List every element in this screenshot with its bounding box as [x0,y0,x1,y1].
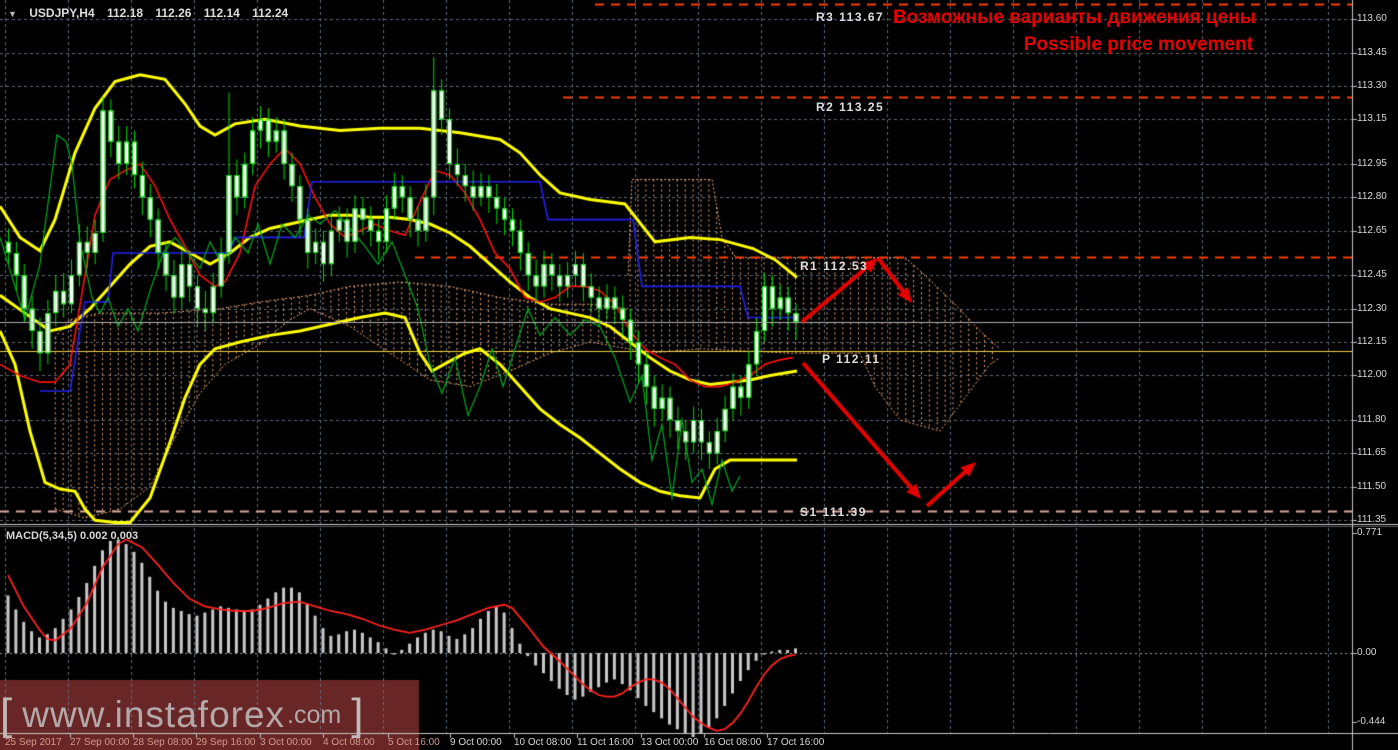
macd-axis-label: -0.444 [1357,716,1386,728]
time-axis-label: 11 Oct 16:00 [577,737,634,748]
annotation-ru: Возможные варианты движения цены [892,7,1256,28]
price-axis-label: 111.65 [1357,447,1387,459]
symbol-period: USDJPY,H4 [29,6,95,20]
pivot-label: P 112.11 [822,352,881,366]
quote-close: 112.24 [252,6,289,20]
price-axis-label: 112.15 [1357,336,1387,348]
mt4-chart-window: ▼ USDJPY,H4 112.18 112.26 112.14 112.24 … [0,0,1398,750]
price-axis-label: 111.80 [1357,414,1387,425]
pivot-label: R3 113.67 [816,10,885,24]
annotation-en: Possible price movement [1023,34,1253,55]
price-axis-label: 112.00 [1357,369,1387,381]
watermark-right-bracket: ] [351,690,364,739]
pivot-label: R2 113.25 [816,100,885,114]
symbol-dropdown-icon[interactable]: ▼ [8,9,17,19]
price-axis-label: 113.15 [1357,113,1387,125]
time-axis-label: 9 Oct 00:00 [450,737,502,748]
price-axis-label: 112.95 [1357,157,1387,169]
price-axis-label: 112.45 [1357,269,1387,281]
chart-title: ▼ USDJPY,H4 112.18 112.26 112.14 112.24 [8,6,297,20]
time-axis-label: 13 Oct 00:00 [641,737,699,748]
quote-open: 112.18 [106,6,144,20]
price-axis-label: 111.50 [1357,480,1387,492]
macd-axis-label: 0.00 [1357,647,1377,658]
instaforex-watermark: [ www.instaforex .com ] [0,682,419,748]
watermark-tld-text: .com [287,700,342,729]
time-axis-label: 16 Oct 08:00 [704,737,762,748]
price-axis-label: 111.35 [1357,514,1387,526]
price-axis-label: 112.30 [1357,302,1387,314]
price-axis[interactable]: 112.24 113.60113.45113.30113.15112.95112… [1352,0,1398,750]
price-axis-label: 112.80 [1357,191,1387,203]
price-axis-label: 113.45 [1357,46,1387,58]
watermark-left-bracket: [ [0,690,13,739]
price-axis-label: 113.60 [1357,13,1387,25]
quote-low: 112.14 [203,6,240,20]
pivot-label: R1 112.53 [800,259,869,273]
quote-high: 112.26 [155,6,192,20]
macd-indicator-label: MACD(5,34,5) 0.002 0.003 [6,530,139,542]
price-axis-label: 112.65 [1357,224,1387,236]
watermark-site-text: www.instaforex [22,694,286,735]
time-axis-label: 10 Oct 08:00 [514,737,572,748]
pivot-label: S1 111.39 [800,505,867,519]
time-axis-label: 17 Oct 16:00 [767,737,825,748]
macd-axis-label: 0.771 [1357,527,1383,539]
chart-canvas[interactable] [0,0,1398,750]
price-axis-label: 113.30 [1357,79,1387,91]
